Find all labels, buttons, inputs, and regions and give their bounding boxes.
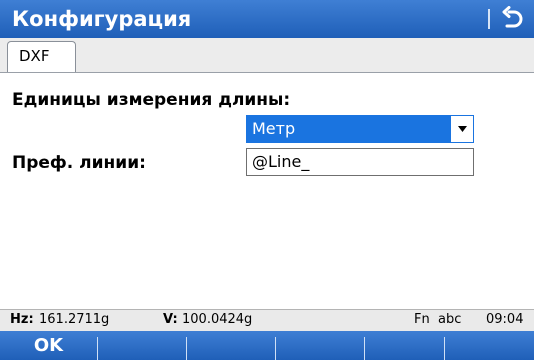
input-mode-indicator: Fn abc — [414, 312, 462, 327]
v-label: V: — [163, 312, 178, 327]
softkey-f3[interactable] — [187, 331, 275, 360]
tab-dxf[interactable]: DXF — [7, 41, 76, 72]
line-prefix-label: Преф. линии: — [12, 153, 146, 173]
softkey-f4[interactable] — [276, 331, 364, 360]
hz-value: 161.2711g — [39, 312, 110, 327]
title-divider — [488, 9, 490, 29]
tab-strip-border — [0, 72, 534, 73]
dropdown-toggle[interactable] — [451, 116, 473, 142]
softkey-f2[interactable] — [98, 331, 186, 360]
clock: 09:04 — [486, 312, 524, 327]
back-button[interactable] — [496, 6, 526, 32]
softkey-f6[interactable] — [445, 331, 534, 360]
window-title: Конфигурация — [12, 7, 192, 31]
chevron-down-icon — [458, 126, 467, 132]
back-arrow-icon — [502, 6, 523, 28]
title-bar: Конфигурация — [0, 0, 534, 38]
softkey-bar: OK — [0, 331, 534, 360]
status-bar: Hz: 161.2711g V: 100.0424g Fn abc 09:04 — [0, 309, 534, 331]
length-units-select[interactable]: Метр — [246, 115, 474, 143]
ok-button[interactable]: OK — [0, 331, 97, 360]
line-prefix-input[interactable]: @Line_ — [246, 148, 474, 176]
tab-strip: DXF — [0, 38, 534, 73]
length-units-value: Метр — [252, 119, 296, 138]
v-value: 100.0424g — [182, 312, 253, 327]
softkey-f5[interactable] — [365, 331, 444, 360]
hz-label: Hz: — [10, 312, 34, 327]
length-units-label: Единицы измерения длины: — [12, 90, 291, 110]
